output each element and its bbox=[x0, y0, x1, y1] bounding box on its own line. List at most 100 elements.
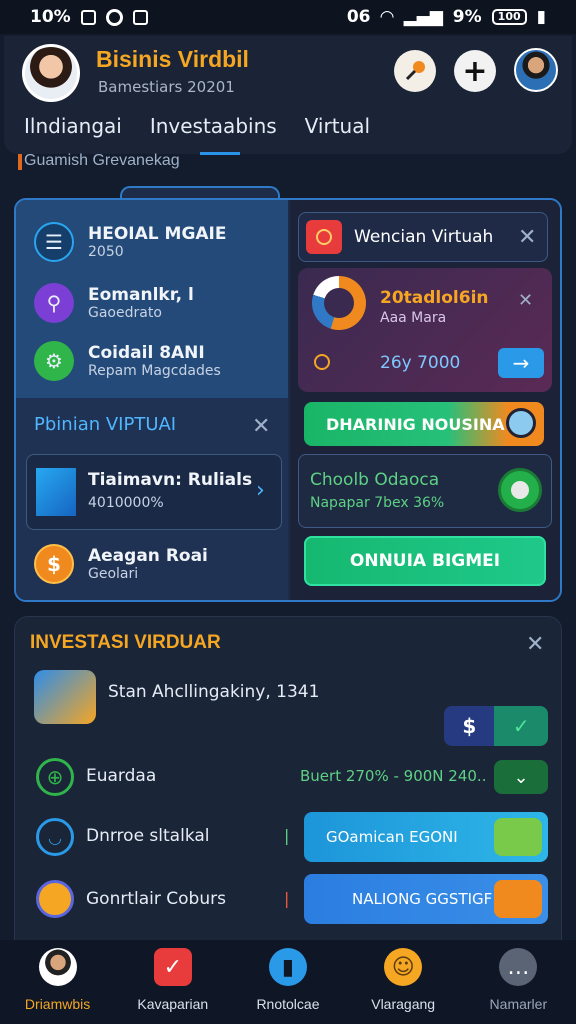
item-title: HEOIAL MGAIE bbox=[88, 224, 227, 244]
section-caption: Guamish Grevanekag bbox=[18, 152, 180, 170]
notification-icon bbox=[80, 9, 96, 25]
tab-investaabins[interactable]: Investaabins bbox=[150, 114, 277, 138]
divider-mark: | bbox=[284, 889, 290, 908]
nav-item-namarler[interactable]: … Namarler bbox=[463, 948, 573, 1012]
info-icon bbox=[314, 354, 330, 370]
item-subtitle: Repam Magcdades bbox=[88, 363, 221, 379]
item-title: Eomanlkr, l bbox=[88, 285, 194, 305]
nalions-label: NALIONG GGSTIGF bbox=[352, 890, 493, 908]
item-subtitle: Gaoedrato bbox=[88, 305, 162, 321]
close-icon[interactable]: ✕ bbox=[526, 632, 544, 657]
shield-icon bbox=[306, 220, 342, 254]
profile-avatar[interactable] bbox=[514, 48, 558, 92]
image-icon bbox=[132, 9, 148, 25]
dropdown-button[interactable]: ⌄ bbox=[494, 760, 548, 794]
onnuia-button[interactable]: ONNUIA BIGMEI bbox=[304, 536, 546, 586]
coin-title: Aeagan Roai bbox=[88, 546, 208, 566]
coins-icon bbox=[494, 818, 542, 856]
choolb-title: Choolb Odaoca bbox=[310, 470, 440, 490]
chat-icon: … bbox=[499, 948, 538, 986]
gear-icon: ⚙ bbox=[34, 341, 74, 381]
battery-icon: 100 bbox=[491, 9, 527, 25]
lock-icon: ▮ bbox=[536, 7, 546, 27]
list-icon: ☰ bbox=[34, 222, 74, 262]
invest-row-meta: Buert 270% - 900N 240.. bbox=[300, 767, 487, 785]
item-subtitle: 2050 bbox=[88, 244, 124, 260]
bookmark-icon: ▮ bbox=[268, 948, 307, 986]
profile-icon bbox=[38, 948, 77, 986]
nav-item-rnotolcae[interactable]: ▮ Rnotolcae bbox=[233, 948, 343, 1012]
plus-icon: + bbox=[462, 53, 488, 89]
close-icon[interactable]: ✕ bbox=[518, 225, 536, 250]
tab-ilndiangai[interactable]: Ilndiangai bbox=[24, 114, 122, 138]
smile-icon: ◡ bbox=[36, 818, 74, 856]
gauge-icon bbox=[312, 276, 366, 330]
close-icon[interactable]: ✕ bbox=[252, 414, 270, 439]
coins-icon bbox=[494, 880, 542, 918]
search-action-label: DHARINIG NOUSINA bbox=[326, 414, 505, 434]
choolb-subtitle: Napapar 7bex 36% bbox=[310, 495, 445, 511]
nav-item-driamwbis[interactable]: Driamwbis bbox=[3, 948, 113, 1012]
list-item[interactable]: ⚲ Eomanlkr, l Gaoedrato bbox=[34, 283, 194, 323]
gift-icon bbox=[36, 880, 74, 918]
status-bar: 10% 06 ◠ ▂▄▆ 9% 100 ▮ bbox=[0, 0, 576, 34]
item-title: Coidail 8ANI bbox=[88, 343, 205, 363]
list-item[interactable]: ☰ HEOIAL MGAIE 2050 bbox=[34, 222, 227, 262]
invest-row-label: Dnrroe sltalkal bbox=[86, 826, 210, 846]
checklist-icon: ✓ bbox=[153, 948, 192, 986]
currency-selector[interactable]: $ ✓ bbox=[444, 706, 548, 746]
gauge-title: 20tadlol6in bbox=[380, 288, 489, 308]
status-time: 10% bbox=[30, 7, 71, 27]
dollar-label: $ bbox=[462, 714, 477, 738]
invest-title: INVESTASI VIRDUAR bbox=[30, 632, 221, 653]
invest-row-label: Gonrtlair Coburs bbox=[86, 889, 226, 909]
app-subtitle: Bamestiars 20201 bbox=[98, 78, 235, 96]
sync-icon bbox=[105, 8, 123, 26]
tab-virtual[interactable]: Virtual bbox=[305, 114, 370, 138]
chevron-down-icon: ⌄ bbox=[513, 766, 529, 788]
goamican-label: GOamican EGONI bbox=[326, 828, 458, 846]
close-icon[interactable]: ✕ bbox=[518, 290, 533, 311]
add-button[interactable]: + bbox=[454, 50, 496, 92]
pin-icon: ⚲ bbox=[34, 283, 74, 323]
wallet-icon bbox=[34, 670, 96, 724]
status-right: 06 ◠ ▂▄▆ 9% 100 ▮ bbox=[347, 7, 546, 27]
invest-row-label: Stan Ahcllingakiny, 1341 bbox=[108, 682, 320, 702]
search-icon bbox=[506, 408, 536, 438]
nav-label: Vlaragang bbox=[371, 996, 436, 1012]
coin-item[interactable]: $ Aeagan Roai Geolari bbox=[34, 544, 208, 584]
onnuia-label: ONNUIA BIGMEI bbox=[349, 551, 501, 571]
dollar-icon: $ bbox=[34, 544, 74, 584]
mini-card-title: Tiaimavn: Rulials bbox=[88, 470, 253, 490]
app-title: Bisinis Virdbil bbox=[96, 46, 249, 72]
chart-icon bbox=[36, 468, 76, 516]
coin-subtitle: Geolari bbox=[88, 566, 139, 582]
list-item[interactable]: ⚙ Coidail 8ANI Repam Magcdades bbox=[34, 341, 221, 381]
tab-indicator bbox=[200, 152, 240, 155]
avatar[interactable] bbox=[22, 44, 80, 102]
divider-mark: | bbox=[284, 826, 290, 845]
gauge-value: 26y 7000 bbox=[380, 353, 461, 373]
globe-icon: ⊕ bbox=[36, 758, 74, 796]
arrow-button[interactable]: → bbox=[498, 348, 544, 378]
invest-row-label: Euardaa bbox=[86, 766, 157, 786]
nav-item-kavaparian[interactable]: ✓ Kavaparian bbox=[118, 948, 228, 1012]
status-orb-icon bbox=[498, 468, 542, 512]
wifi-icon: ◠ bbox=[380, 7, 394, 27]
bottom-nav: Driamwbis ✓ Kavaparian ▮ Rnotolcae ☺ Vla… bbox=[0, 940, 576, 1024]
status-left: 10% bbox=[30, 7, 148, 27]
status-right-text: 06 bbox=[346, 7, 371, 27]
header-tabs: Ilndiangai Investaabins Virtual bbox=[24, 114, 370, 138]
nav-label: Rnotolcae bbox=[256, 996, 320, 1012]
signal-icon: ▂▄▆ bbox=[403, 7, 443, 27]
nav-item-vlaragang[interactable]: ☺ Vlaragang bbox=[348, 948, 458, 1012]
wencian-label: Wencian Virtuah bbox=[354, 227, 494, 247]
mini-card-subtitle: 4010000% bbox=[88, 495, 164, 511]
nav-label: Driamwbis bbox=[24, 996, 91, 1012]
gauge-subtitle: Aaa Mara bbox=[380, 310, 447, 326]
smile-icon: ☺ bbox=[384, 948, 423, 986]
pbinian-title: Pbinian VIPTUAI bbox=[34, 414, 177, 435]
nav-label: Namarler bbox=[489, 996, 548, 1012]
pin-button[interactable] bbox=[394, 50, 436, 92]
check-icon: ✓ bbox=[512, 714, 530, 738]
